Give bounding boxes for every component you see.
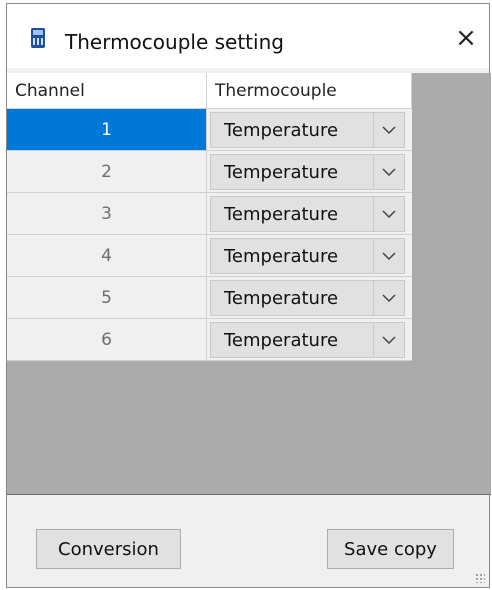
channel-cell[interactable]: 6 <box>7 319 207 361</box>
chevron-down-icon[interactable] <box>373 239 404 273</box>
close-icon[interactable]: × <box>443 18 489 58</box>
conversion-button[interactable]: Conversion <box>36 529 181 569</box>
column-header-channel[interactable]: Channel <box>7 73 207 109</box>
thermocouple-dropdown[interactable]: Temperature <box>210 322 405 358</box>
dropdown-value: Temperature <box>224 204 339 225</box>
table-row[interactable]: 5 Temperature <box>7 277 412 319</box>
dropdown-value: Temperature <box>224 120 339 141</box>
chevron-down-icon[interactable] <box>373 197 404 231</box>
dialog-window: Thermocouple setting × Channel Thermocou… <box>6 3 491 588</box>
dropdown-value: Temperature <box>224 162 339 183</box>
thermocouple-dropdown[interactable]: Temperature <box>210 154 405 190</box>
dropdown-value: Temperature <box>224 330 339 351</box>
thermocouple-cell: Temperature <box>207 319 412 361</box>
window-title: Thermocouple setting <box>65 30 284 54</box>
channel-cell[interactable]: 5 <box>7 277 207 319</box>
thermocouple-grid: Channel Thermocouple 1 Temperature 2 Temper… <box>7 73 491 495</box>
chevron-down-icon[interactable] <box>373 323 404 357</box>
thermocouple-dropdown[interactable]: Temperature <box>210 280 405 316</box>
save-copy-button[interactable]: Save copy <box>327 529 454 569</box>
thermocouple-cell: Temperature <box>207 235 412 277</box>
resize-grip-icon[interactable] <box>475 573 485 583</box>
channel-cell[interactable]: 3 <box>7 193 207 235</box>
thermocouple-cell: Temperature <box>207 151 412 193</box>
thermocouple-dropdown[interactable]: Temperature <box>210 112 405 148</box>
channel-cell[interactable]: 4 <box>7 235 207 277</box>
grid-header: Channel Thermocouple <box>7 73 412 109</box>
thermocouple-dropdown[interactable]: Temperature <box>210 238 405 274</box>
table-row[interactable]: 1 Temperature <box>7 109 412 151</box>
table-row[interactable]: 6 Temperature <box>7 319 412 361</box>
chevron-down-icon[interactable] <box>373 281 404 315</box>
dropdown-value: Temperature <box>224 288 339 309</box>
chevron-down-icon[interactable] <box>373 113 404 147</box>
thermocouple-dropdown[interactable]: Temperature <box>210 196 405 232</box>
dropdown-value: Temperature <box>224 246 339 267</box>
column-header-thermocouple[interactable]: Thermocouple <box>207 73 412 109</box>
chevron-down-icon[interactable] <box>373 155 404 189</box>
title-bar: Thermocouple setting × <box>7 4 489 68</box>
calculator-icon <box>31 28 45 48</box>
table-row[interactable]: 4 Temperature <box>7 235 412 277</box>
thermocouple-cell: Temperature <box>207 193 412 235</box>
channel-cell[interactable]: 1 <box>7 109 207 151</box>
table-row[interactable]: 3 Temperature <box>7 193 412 235</box>
thermocouple-cell: Temperature <box>207 277 412 319</box>
channel-cell[interactable]: 2 <box>7 151 207 193</box>
table-row[interactable]: 2 Temperature <box>7 151 412 193</box>
thermocouple-cell: Temperature <box>207 109 412 151</box>
